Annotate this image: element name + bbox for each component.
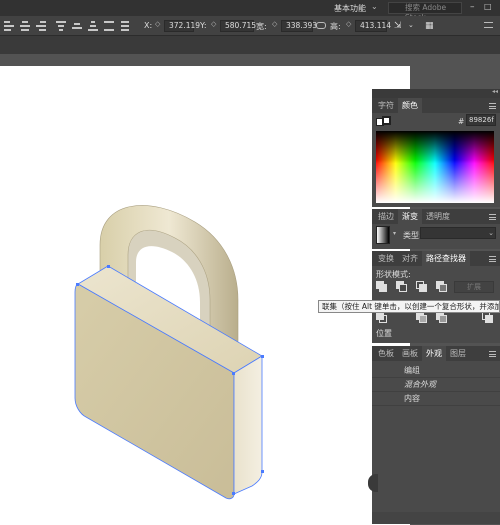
color-panel: 字符 颜色 ◂◂ # 89826f (372, 88, 500, 207)
tab-align[interactable]: 对齐 (398, 251, 422, 266)
color-panel-tabs: 字符 颜色 (372, 98, 500, 113)
unite-icon[interactable] (376, 281, 388, 293)
tab-stroke[interactable]: 描边 (374, 209, 398, 224)
unite-tooltip: 联集（按住 Alt 键单击，以创建一个复合形状，并添加到形状区域） (318, 300, 500, 313)
tab-character[interactable]: 字符 (374, 98, 398, 113)
gradient-type-label: 类型: (403, 231, 422, 240)
appearance-row-contents[interactable]: 内容 (372, 392, 500, 406)
tab-gradient[interactable]: 渐变 (398, 209, 422, 224)
tab-transparency[interactable]: 透明度 (422, 209, 454, 224)
collapse-icon[interactable]: ◂◂ (492, 88, 498, 95)
intersect-icon[interactable] (416, 281, 428, 293)
chevron-down-icon[interactable]: ▾ (393, 230, 396, 237)
tab-transform[interactable]: 变换 (374, 251, 398, 266)
color-spectrum[interactable] (376, 131, 494, 203)
tab-artboards[interactable]: 画板 (398, 346, 422, 361)
pathfinder-panel: 变换 对齐 路径查找器 形状模式: 扩展 位置 (372, 251, 500, 343)
appearance-footer (372, 512, 500, 524)
tab-color[interactable]: 颜色 (398, 98, 422, 113)
stroke-swatch[interactable] (382, 116, 391, 125)
panel-menu-icon[interactable] (489, 214, 496, 220)
gradient-panel-tabs: 描边 渐变 透明度 (372, 209, 500, 224)
merge-icon[interactable] (436, 312, 448, 324)
hex-input[interactable]: 89826f (466, 114, 496, 126)
appearance-row-group[interactable]: 编组 (372, 364, 500, 378)
pathfinders-label: 位置 (376, 329, 392, 338)
expand-button[interactable]: 扩展 (454, 281, 494, 293)
panel-grip[interactable]: ◂◂ (372, 88, 500, 98)
appearance-row-blend[interactable]: 混合外观 (372, 378, 500, 392)
tab-layers[interactable]: 图层 (446, 346, 470, 361)
pathfinder-panel-tabs: 变换 对齐 路径查找器 (372, 251, 500, 266)
lock-body-side (233, 355, 263, 495)
tab-appearance[interactable]: 外观 (422, 346, 446, 361)
chevron-down-icon[interactable]: ⌄ (488, 229, 494, 237)
illustrator-window: 基本功能 ⌄ ⌕ 搜索 Adobe Stock – □ X: ◇ 372.119… (0, 0, 500, 525)
appearance-panel-tabs: 色板 画板 外观 图层 (372, 346, 500, 361)
gradient-type-select[interactable] (420, 227, 496, 239)
panel-menu-icon[interactable] (489, 351, 496, 357)
gradient-panel: 描边 渐变 透明度 ▾ 类型: ⌄ (372, 209, 500, 249)
shape-modes-label: 形状模式: (376, 270, 411, 279)
tab-pathfinder[interactable]: 路径查找器 (422, 251, 470, 266)
minus-front-icon[interactable] (396, 281, 408, 293)
tab-swatches[interactable]: 色板 (374, 346, 398, 361)
exclude-icon[interactable] (436, 281, 448, 293)
panel-dock-toggle[interactable] (368, 474, 378, 492)
trim-icon[interactable] (416, 312, 428, 324)
hex-label: # (458, 117, 465, 126)
panel-menu-icon[interactable] (489, 103, 496, 109)
divide-icon[interactable] (376, 312, 388, 324)
panel-menu-icon[interactable] (489, 256, 496, 262)
gradient-swatch[interactable] (376, 226, 390, 244)
minus-back-icon[interactable] (482, 312, 494, 324)
appearance-panel: 色板 画板 外观 图层 编组 混合外观 内容 (372, 346, 500, 524)
